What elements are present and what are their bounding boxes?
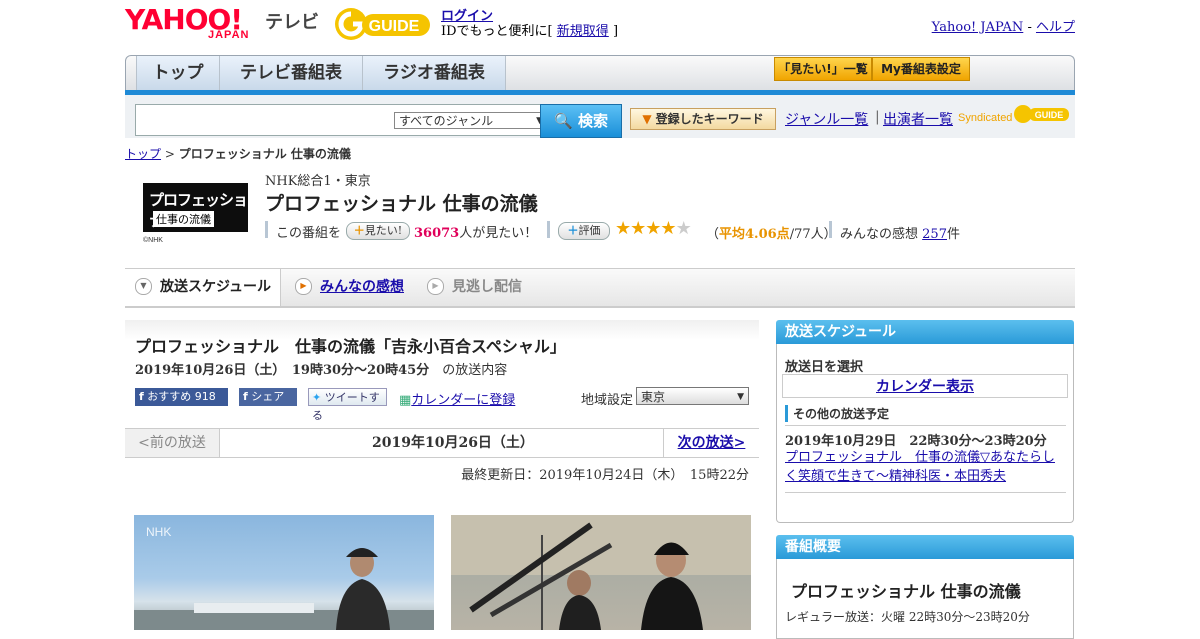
breadcrumb: トップ > プロフェッショナル 仕事の流儀 xyxy=(125,147,351,161)
thumbnail-credit: ©NHK xyxy=(143,237,163,244)
cast-list-link[interactable]: 出演者一覧 xyxy=(883,109,953,129)
region-select[interactable]: 東京 ▼ xyxy=(636,387,749,405)
other-broadcasts-label: その他の放送予定 xyxy=(785,405,889,422)
mitai-list-button[interactable]: 「見たい!」一覧 xyxy=(774,57,872,81)
signup-link[interactable]: 新規取得 xyxy=(557,24,609,39)
region-label: 地域設定 xyxy=(581,393,634,408)
episode-photo-filming: NHK xyxy=(451,515,751,630)
episode-datetime: 2019年10月26日（土） 19時30分～20時45分 の放送内容 xyxy=(135,363,508,378)
search-input[interactable]: すべてのジャンル▼ xyxy=(135,104,547,136)
svg-text:GUIDE: GUIDE xyxy=(369,18,420,35)
g-guide-logo[interactable]: GUIDE xyxy=(334,4,432,44)
program-title: プロフェッショナル 仕事の流儀 xyxy=(265,193,538,215)
yahoo-japan-link[interactable]: Yahoo! JAPAN xyxy=(932,20,1024,35)
link-separator: | xyxy=(875,109,880,125)
tab-impressions[interactable]: ▶ みんなの感想 xyxy=(295,269,404,306)
genre-list-link[interactable]: ジャンル一覧 xyxy=(785,109,868,129)
syndicated-label: Syndicated xyxy=(958,112,1013,124)
plus-icon: ＋ xyxy=(567,224,579,237)
plus-icon: ＋ xyxy=(353,224,365,237)
divider xyxy=(785,425,1066,426)
divider xyxy=(785,492,1066,493)
login-subtext: IDでもっと便利に[ 新規取得 ] xyxy=(441,24,619,39)
last-updated: 最終更新日：2019年10月24日（木） 15時22分 xyxy=(461,468,749,483)
star-icon: ★ xyxy=(630,218,646,239)
divider xyxy=(829,221,832,238)
mitai-button[interactable]: ＋見たい! xyxy=(346,222,410,240)
schedule-panel-header: 放送スケジュール xyxy=(776,320,1074,344)
other-broadcast-date: 2019年10月29日 22時30分～23時20分 xyxy=(785,434,1047,449)
next-broadcast-link[interactable]: 次の放送> xyxy=(663,429,759,457)
nav-tab-top[interactable]: トップ xyxy=(136,56,220,90)
search-icon: 🔍 xyxy=(554,112,573,130)
chevron-down-icon: ▼ xyxy=(135,277,152,295)
star-icon: ★ xyxy=(675,218,692,239)
global-nav: トップ テレビ番組表 ラジオ番組表 「見たい!」一覧 My番組表設定 xyxy=(125,55,1075,92)
program-station: NHK総合1・東京 xyxy=(265,174,371,189)
evaluate-button[interactable]: ＋評価 xyxy=(558,222,610,240)
overview-panel-header: 番組概要 xyxy=(776,535,1074,559)
breadcrumb-current: プロフェッショナル 仕事の流儀 xyxy=(178,147,351,161)
play-icon: ▶ xyxy=(427,277,444,295)
header-links: Yahoo! JAPAN - ヘルプ xyxy=(931,20,1075,35)
rating-average: （平均4.06点/77人） xyxy=(706,227,837,242)
other-broadcast-link[interactable]: プロフェッショナル 仕事の流儀▽あなたらしく笑顔で生きて～精神科医・本田秀夫 xyxy=(785,448,1066,486)
search-bar: すべてのジャンル▼ 🔍 検索 ▼登録したキーワード ジャンル一覧 | 出演者一覧… xyxy=(125,95,1075,138)
current-broadcast-date: 2019年10月26日（土） xyxy=(372,435,534,451)
facebook-recommend-button[interactable]: f おすすめ 918 xyxy=(135,388,228,406)
calendar-register-link[interactable]: カレンダーに登録 xyxy=(411,393,515,408)
facebook-share-button[interactable]: f シェア xyxy=(239,388,297,406)
chevron-down-icon: ▼ xyxy=(642,112,652,126)
program-thumbnail: プロフェッショナル 仕事の流儀 xyxy=(143,183,248,232)
program-tabs: ▼ 放送スケジュール ▶ みんなの感想 ▶ 見逃し配信 xyxy=(125,268,1075,308)
divider xyxy=(265,221,268,238)
calendar-view-button[interactable]: カレンダー表示 xyxy=(782,374,1068,398)
episode-photo-outdoor: NHK xyxy=(134,515,434,630)
tweet-button[interactable]: ✦ ツイートする xyxy=(308,388,387,422)
help-link[interactable]: ヘルプ xyxy=(1036,20,1075,35)
calendar-register[interactable]: ▦カレンダーに登録 xyxy=(399,389,515,408)
yahoo-japan-logo-text: JAPAN xyxy=(208,29,250,41)
my-schedule-settings-button[interactable]: My番組表設定 xyxy=(872,57,970,81)
rating-stars: ★★★★★ xyxy=(615,218,692,239)
star-icon: ★ xyxy=(660,218,676,239)
breadcrumb-top-link[interactable]: トップ xyxy=(125,147,161,161)
mitai-count: 36073人が見たい！ xyxy=(414,226,538,241)
nav-tab-tv-schedule[interactable]: テレビ番組表 xyxy=(219,56,363,90)
facebook-icon: f xyxy=(139,390,144,403)
twitter-bird-icon: ✦ xyxy=(312,391,322,404)
tab-schedule[interactable]: ▼ 放送スケジュール xyxy=(125,269,281,306)
genre-select[interactable]: すべてのジャンル▼ xyxy=(394,112,547,129)
calendar-icon: ▦ xyxy=(399,393,412,408)
search-button[interactable]: 🔍 検索 xyxy=(540,104,622,138)
nav-tab-radio-schedule[interactable]: ラジオ番組表 xyxy=(362,56,506,90)
facebook-icon: f xyxy=(243,390,248,403)
pick-date-label: 放送日を選択 xyxy=(785,360,864,375)
registered-keyword-button[interactable]: ▼ 登録したキーワード xyxy=(630,108,776,130)
previous-broadcast-button[interactable]: <前の放送 xyxy=(125,429,220,457)
svg-text:GUIDE: GUIDE xyxy=(1035,110,1064,120)
episode-title: プロフェッショナル 仕事の流儀「吉永小百合スペシャル」 xyxy=(135,337,566,356)
impressions-summary: みんなの感想 257件 xyxy=(840,227,960,242)
chevron-down-icon: ▼ xyxy=(737,392,744,402)
mitai-prefix: この番組を xyxy=(276,226,342,241)
overview-regular-slot: レギュラー放送：火曜 22時30分～23時20分 xyxy=(785,610,1030,624)
impressions-count-link[interactable]: 257 xyxy=(922,227,947,242)
star-icon: ★ xyxy=(615,218,631,239)
overview-title: プロフェッショナル 仕事の流儀 xyxy=(791,582,1021,601)
tv-logo-text[interactable]: テレビ xyxy=(265,8,319,34)
tab-missed-streaming[interactable]: ▶ 見逃し配信 xyxy=(427,269,522,306)
broadcast-pager: <前の放送 2019年10月26日（土） 次の放送> xyxy=(125,428,759,458)
play-icon: ▶ xyxy=(295,277,312,295)
g-guide-small-logo: GUIDE xyxy=(1014,105,1069,123)
divider xyxy=(547,221,550,238)
star-icon: ★ xyxy=(645,218,661,239)
